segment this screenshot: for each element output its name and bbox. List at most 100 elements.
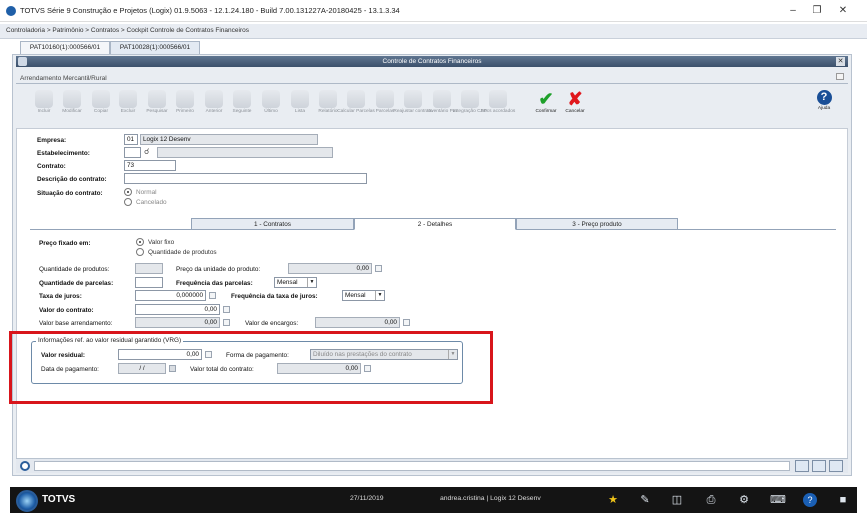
close-form-icon[interactable]: ✕: [836, 57, 845, 66]
confirm-button[interactable]: ✔ Confirmar: [532, 86, 560, 126]
estabelecimento-field[interactable]: [124, 147, 141, 158]
toolbar-button-excluir[interactable]: Excluir: [114, 86, 142, 126]
next-icon: [233, 90, 251, 108]
doc-tab-pat10160[interactable]: PAT10160(1):000566/01: [20, 41, 110, 54]
document-icon[interactable]: [812, 460, 826, 472]
toolbar-button-calcular-parcelas[interactable]: Calcular Parcelas: [337, 86, 375, 126]
taskbar-brand: TOTVS: [42, 494, 76, 505]
calculator-icon[interactable]: [223, 319, 230, 326]
favorite-star-icon[interactable]: ★: [606, 493, 620, 507]
doc-tab-pat10028[interactable]: PAT10028(1):000566/01: [110, 41, 200, 54]
restore-icon[interactable]: ❐: [810, 4, 824, 18]
valor-contrato-field[interactable]: 0,00: [135, 304, 220, 315]
gear-icon[interactable]: ⚙: [737, 493, 751, 507]
form-subtitle: Arrendamento Mercantil/Rural: [20, 75, 107, 82]
calculator-icon[interactable]: [223, 306, 230, 313]
empresa-name-field: Logix 12 Desenv: [140, 134, 318, 145]
qtd-parcelas-field[interactable]: [135, 277, 163, 288]
list-icon: [291, 90, 309, 108]
situacao-normal-radio[interactable]: [124, 188, 132, 196]
taskbar-user: andrea.cristina | Logix 12 Desenv: [440, 495, 541, 502]
highlight-box: [9, 331, 493, 404]
cancel-button[interactable]: ✘ Cancelar: [561, 86, 589, 126]
windows-icon[interactable]: ◫: [670, 493, 684, 507]
help-button[interactable]: ? Ajuda: [810, 86, 838, 126]
contrato-field[interactable]: 73: [124, 160, 176, 171]
toolbar-button-copiar[interactable]: Copiar: [87, 86, 115, 126]
situacao-label: Situação do contrato:: [37, 190, 103, 197]
taxa-juros-field[interactable]: 0,000000: [135, 290, 206, 301]
lock-icon[interactable]: ■: [836, 493, 850, 507]
qtd-produtos-field: [135, 263, 163, 274]
freq-taxa-select[interactable]: Mensal ▼: [342, 290, 385, 301]
toolbar-button-integracao-cap[interactable]: Integração CAP: [453, 86, 487, 126]
totvs-logo-icon[interactable]: [16, 490, 38, 512]
toolbar-button-anterior[interactable]: Anterior: [200, 86, 228, 126]
preco-valor-fixo-radio[interactable]: [136, 238, 144, 246]
copy-icon: [92, 90, 110, 108]
tab-preco-produto[interactable]: 3 - Preço produto: [516, 218, 678, 230]
toolbar-button-pesquisar[interactable]: Pesquisar: [143, 86, 171, 126]
taskbar: TOTVS 27/11/2019 andrea.cristina | Logix…: [10, 487, 857, 513]
toolbar-button-seguinte[interactable]: Seguinte: [228, 86, 256, 126]
toolbar-button-ultimo[interactable]: Último: [257, 86, 285, 126]
cross-icon: ✘: [567, 89, 583, 109]
breadcrumb[interactable]: Controladoria > Patrimônio > Contratos >…: [6, 27, 249, 34]
inventory-icon: [433, 90, 451, 108]
form-title: Controle de Contratos Financeiros: [382, 58, 482, 65]
situacao-cancelado-label: Cancelado: [136, 199, 167, 206]
tab-contratos[interactable]: 1 - Contratos: [191, 218, 354, 230]
toolbar-button-inventario-pat[interactable]: Inventário Pat: [427, 86, 457, 126]
toolbar-button-relatorio[interactable]: Relatório: [314, 86, 342, 126]
close-window-icon[interactable]: ✕: [836, 4, 850, 18]
window-titlebar: TOTVS Série 9 Construção e Projetos (Log…: [0, 0, 867, 22]
toolbar-button-modificar[interactable]: Modificar: [58, 86, 86, 126]
previous-icon: [205, 90, 223, 108]
zoom-search-icon[interactable]: ☌: [144, 147, 149, 156]
search-icon: [148, 90, 166, 108]
empresa-label: Empresa:: [37, 137, 67, 144]
last-icon: [262, 90, 280, 108]
freq-taxa-value: Mensal: [345, 292, 366, 299]
keyboard-icon[interactable]: ⌨: [770, 493, 786, 507]
estabelecimento-name-field: [157, 147, 333, 158]
first-icon: [176, 90, 194, 108]
calculator-icon[interactable]: [403, 319, 410, 326]
contrato-label: Contrato:: [37, 163, 66, 170]
preco-fixado-label: Preço fixado em:: [39, 240, 91, 247]
taxa-juros-label: Taxa de juros:: [39, 293, 82, 300]
expand-icon[interactable]: [795, 460, 809, 472]
descricao-field[interactable]: [124, 173, 367, 184]
broom-icon[interactable]: ✎: [638, 493, 652, 507]
minimize-icon[interactable]: –: [786, 4, 800, 18]
form-header: Controle de Contratos Financeiros ✕: [16, 56, 848, 67]
tab-detalhes[interactable]: 2 - Detalhes: [354, 218, 516, 230]
toolbar-button-reajustar-contrato[interactable]: Reajustar contrato: [393, 86, 433, 126]
percent-icon: [404, 90, 422, 108]
toolbar-button-incluir[interactable]: Incluir: [30, 86, 58, 126]
preco-quantidade-radio[interactable]: [136, 248, 144, 256]
toolbar-button-primeiro[interactable]: Primeiro: [171, 86, 199, 126]
breadcrumb-bar: Controladoria > Patrimônio > Contratos >…: [0, 24, 867, 39]
calculator-icon: [347, 90, 365, 108]
descricao-label: Descrição do contrato:: [37, 176, 107, 183]
form-menu-icon[interactable]: [18, 57, 27, 66]
help-icon[interactable]: ?: [803, 493, 817, 507]
toolbar-button-lista[interactable]: Lista: [286, 86, 314, 126]
toolbar-button-docs-acordados[interactable]: Docs acordados: [481, 86, 515, 126]
calculator-icon[interactable]: [209, 292, 216, 299]
status-message-field: [34, 461, 790, 471]
toolbar-button-parcelas[interactable]: Parcelas: [371, 86, 399, 126]
freq-parcelas-select[interactable]: Mensal ▼: [274, 277, 317, 288]
situacao-normal-label: Normal: [136, 189, 157, 196]
totvs-logo-icon: [6, 6, 16, 16]
preco-quantidade-label: Quantidade de produtos: [148, 249, 217, 256]
status-bar: [16, 458, 848, 473]
collapse-icon[interactable]: [836, 73, 844, 80]
edit-notes-icon[interactable]: [829, 460, 843, 472]
printer-icon[interactable]: ⎙: [704, 493, 718, 507]
calculator-icon[interactable]: [375, 265, 382, 272]
situacao-cancelado-radio[interactable]: [124, 198, 132, 206]
checkmark-icon: ✔: [538, 89, 554, 109]
empresa-code-field[interactable]: 01: [124, 134, 138, 145]
